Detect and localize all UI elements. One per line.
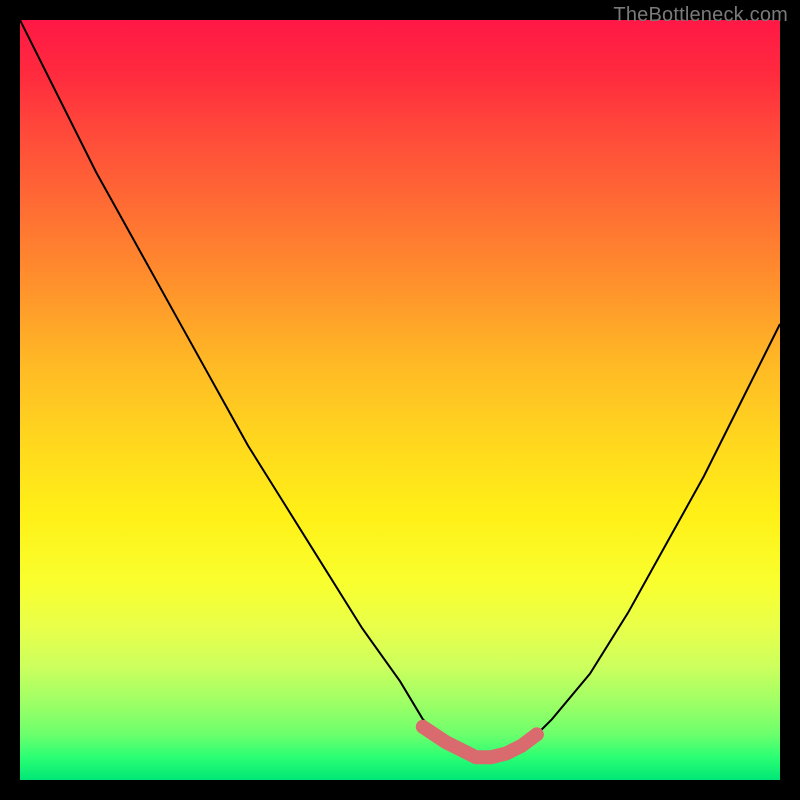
plot-area — [20, 20, 780, 780]
curve-layer — [20, 20, 780, 780]
marker-dot — [530, 727, 544, 741]
optimal-range-band — [423, 727, 537, 757]
chart-root: TheBottleneck.com — [0, 0, 800, 800]
watermark-text: TheBottleneck.com — [613, 4, 788, 27]
bottleneck-curve — [20, 20, 780, 757]
